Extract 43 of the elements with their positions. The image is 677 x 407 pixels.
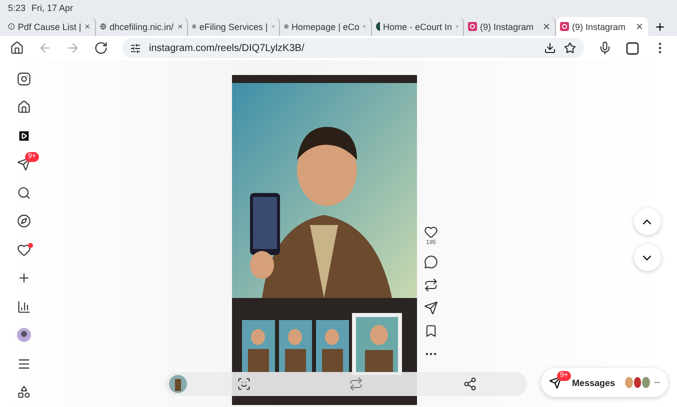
site-settings-icon[interactable]: [130, 42, 141, 54]
status-time: 5:23: [8, 3, 26, 13]
new-tab-icon[interactable]: [654, 21, 666, 33]
previous-button[interactable]: [634, 208, 660, 235]
browser-tab[interactable]: (9) Instagram: [556, 17, 648, 36]
instagram-icon: [468, 22, 477, 31]
mic-icon[interactable]: [598, 41, 612, 55]
instagram-icon: [560, 22, 569, 31]
close-icon[interactable]: [84, 22, 91, 31]
compass-icon[interactable]: [17, 214, 31, 228]
next-button[interactable]: [634, 244, 660, 271]
send-icon[interactable]: [424, 301, 438, 315]
bookmark-icon[interactable]: [424, 324, 438, 338]
close-icon[interactable]: [176, 22, 183, 31]
comment-icon[interactable]: [424, 255, 438, 269]
close-icon[interactable]: [635, 22, 644, 31]
chart-icon[interactable]: [17, 300, 31, 314]
heart-icon[interactable]: [17, 242, 31, 257]
messages-icon: [549, 376, 562, 389]
avatar-icon[interactable]: [17, 328, 31, 342]
close-icon[interactable]: [542, 22, 551, 31]
reels-icon[interactable]: [17, 128, 31, 143]
share-icon[interactable]: [463, 377, 477, 391]
menu-icon[interactable]: [17, 356, 31, 371]
messages-icon[interactable]: [17, 157, 31, 172]
repost-icon[interactable]: [424, 278, 438, 292]
reload-icon[interactable]: [94, 41, 108, 55]
install-icon[interactable]: [544, 42, 556, 54]
scan-icon[interactable]: [237, 377, 251, 391]
shapes-icon[interactable]: [17, 384, 31, 399]
instagram-icon[interactable]: [17, 72, 31, 86]
like-icon[interactable]: [424, 225, 438, 239]
status-date: Fri, 17 Apr: [32, 3, 74, 13]
home-icon[interactable]: [10, 41, 24, 55]
info-icon: [8, 22, 15, 31]
home-icon[interactable]: [17, 100, 31, 114]
search-icon[interactable]: [17, 186, 31, 200]
thumbnail-icon[interactable]: [169, 375, 187, 393]
tab-count-icon[interactable]: [626, 42, 639, 54]
url-text: instagram.com/reels/DIQ7LylzK3B/: [149, 42, 304, 54]
plus-icon[interactable]: [17, 271, 31, 286]
bookmark-star-icon[interactable]: [564, 42, 576, 54]
address-field[interactable]: instagram.com/reels/DIQ7LylzK3B/: [122, 38, 584, 58]
